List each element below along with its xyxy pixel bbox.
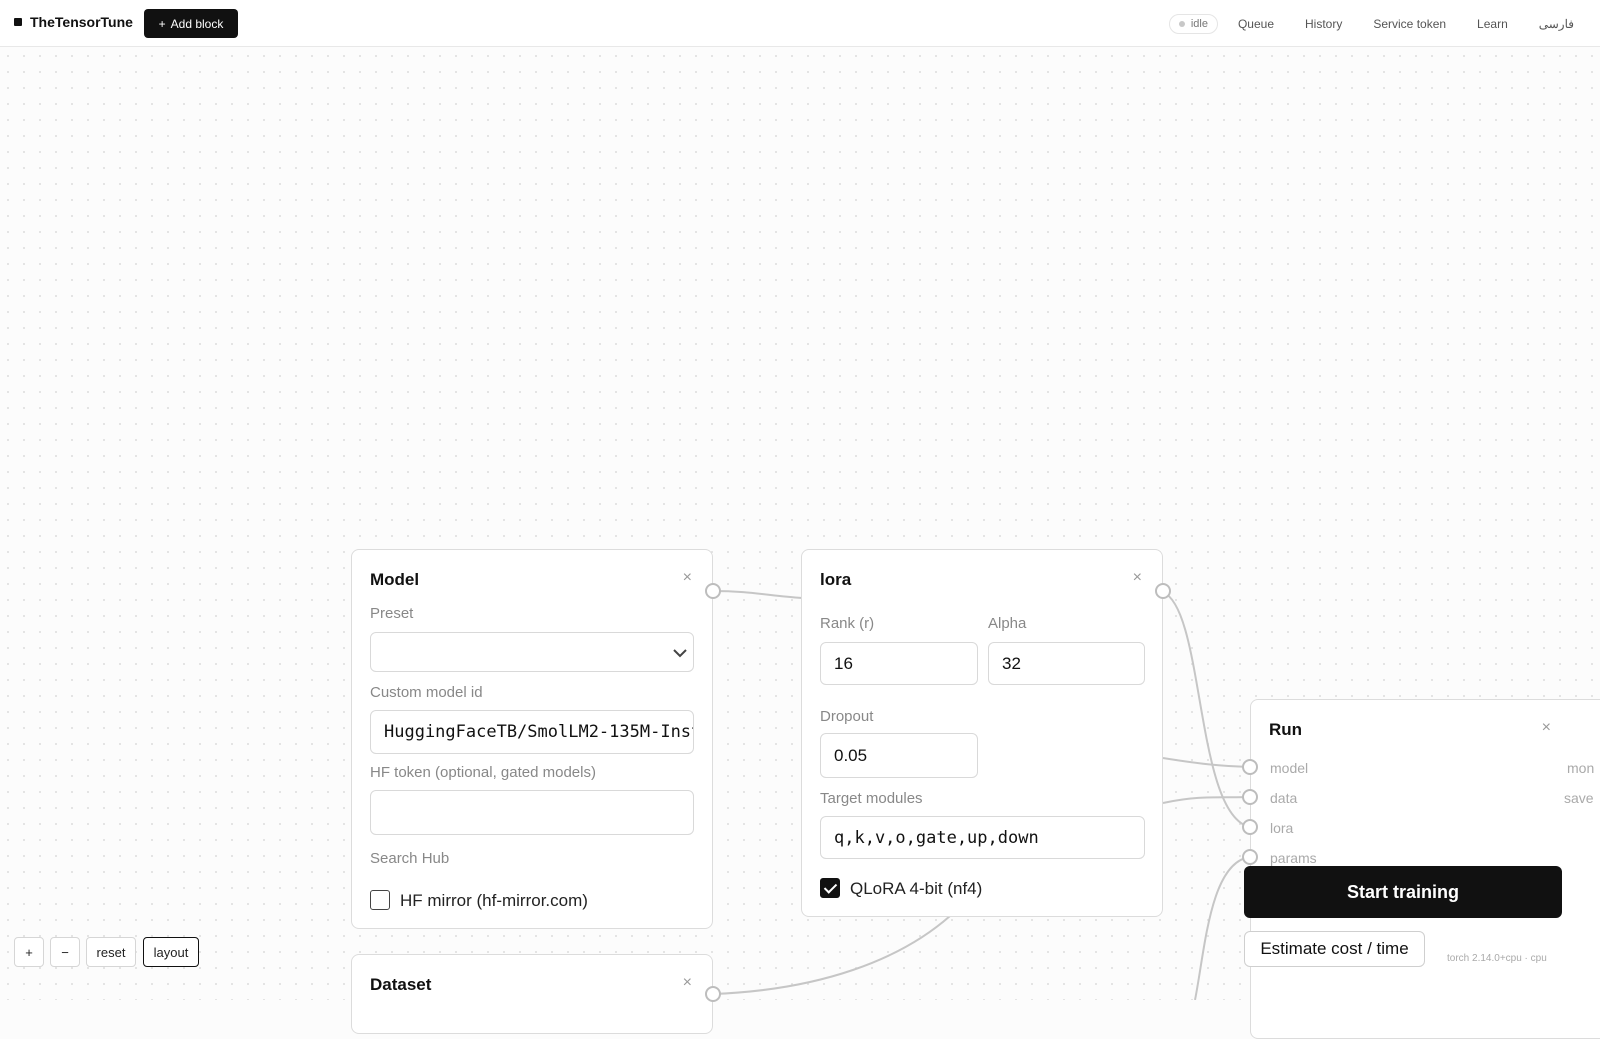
wire-model-lora (712, 590, 803, 599)
run-block-title: Run (1269, 720, 1303, 739)
preset-select[interactable] (370, 632, 694, 672)
target-modules-input[interactable]: q,k,v,o,gate,up,down (820, 816, 1145, 859)
model-output-port[interactable] (705, 583, 721, 599)
hf-mirror-label: HF mirror (hf-mirror.com) (400, 891, 588, 910)
lora-output-port[interactable] (1155, 583, 1171, 599)
dataset-block-title: Dataset (370, 975, 432, 994)
qlora-label: QLoRA 4-bit (nf4) (850, 879, 983, 898)
close-icon[interactable]: × (1542, 720, 1551, 736)
brand: TheTensorTune (14, 14, 133, 30)
alpha-label: Alpha (988, 615, 1027, 632)
chevron-down-icon (673, 649, 687, 658)
nav-language[interactable]: فارسی (1539, 17, 1574, 31)
search-hub-label[interactable]: Search Hub (370, 850, 449, 867)
alpha-input[interactable]: 32 (988, 642, 1145, 685)
top-bar: TheTensorTune + Add block idle Queue His… (0, 0, 1600, 47)
reset-view-button[interactable]: reset (86, 937, 136, 967)
wire-dataset-out (712, 915, 951, 995)
close-icon[interactable]: × (683, 570, 692, 586)
wire-params-run (1194, 856, 1251, 1000)
close-icon[interactable]: × (683, 975, 692, 991)
rank-input[interactable]: 16 (820, 642, 978, 685)
auto-layout-button[interactable]: layout (143, 937, 199, 967)
start-training-button[interactable]: Start training (1244, 866, 1562, 918)
status-dot-icon (1178, 20, 1185, 27)
model-block[interactable]: Model × Preset Custom model id HuggingFa… (351, 549, 713, 929)
add-block-label: Add block (170, 16, 224, 31)
runtime-version: torch 2.14.0+cpu · cpu (1447, 953, 1547, 964)
add-block-button[interactable]: + Add block (144, 9, 238, 38)
estimate-cost-button[interactable]: Estimate cost / time (1244, 931, 1425, 967)
preset-label: Preset (370, 605, 414, 622)
dropout-label: Dropout (820, 708, 874, 725)
rank-label: Rank (r) (820, 615, 875, 632)
lora-block-title: lora (820, 570, 852, 589)
zoom-out-button[interactable]: − (50, 937, 80, 967)
target-modules-label: Target modules (820, 790, 923, 807)
dropout-input[interactable]: 0.05 (820, 733, 978, 778)
status-text: idle (1190, 17, 1208, 30)
input-label-lora: lora (1270, 820, 1294, 836)
qlora-checkbox[interactable] (820, 878, 840, 898)
run-input-port-params[interactable] (1242, 849, 1258, 865)
run-input-port-lora[interactable] (1242, 819, 1258, 835)
brand-name: TheTensorTune (30, 14, 133, 30)
lora-block[interactable]: lora × Rank (r) 16 Alpha 32 Dropout 0.05… (801, 549, 1163, 917)
wire-lora-run (1162, 591, 1251, 828)
top-nav: idle Queue History Service token Learn ف… (1168, 0, 1600, 47)
run-input-port-model[interactable] (1242, 759, 1258, 775)
model-block-title: Model (370, 570, 420, 589)
dataset-block[interactable]: Dataset × (351, 954, 713, 1034)
zoom-in-button[interactable]: + (14, 937, 44, 967)
output-label-mon: mon (1567, 760, 1595, 776)
input-label-model: model (1270, 760, 1309, 776)
hf-token-label: HF token (optional, gated models) (370, 764, 596, 781)
wire-model-run (1162, 757, 1251, 768)
nav-learn[interactable]: Learn (1477, 17, 1508, 31)
input-label-data: data (1270, 790, 1298, 806)
close-icon[interactable]: × (1133, 570, 1142, 586)
plus-icon: + (158, 16, 166, 31)
wire-dataset-run (1162, 796, 1251, 804)
custom-model-id-input[interactable]: HuggingFaceTB/SmolLM2-135M-Instruct (370, 710, 694, 754)
nav-queue[interactable]: Queue (1238, 17, 1274, 31)
input-label-params: params (1270, 850, 1317, 866)
status-badge: idle (1168, 13, 1218, 34)
output-label-save: save (1564, 790, 1594, 806)
logo-icon (14, 18, 22, 26)
custom-model-id-label: Custom model id (370, 684, 483, 701)
nav-service-token[interactable]: Service token (1373, 17, 1446, 31)
hf-mirror-checkbox[interactable] (370, 890, 390, 910)
run-input-port-data[interactable] (1242, 789, 1258, 805)
hf-token-input[interactable] (370, 790, 694, 835)
nav-history[interactable]: History (1305, 17, 1342, 31)
